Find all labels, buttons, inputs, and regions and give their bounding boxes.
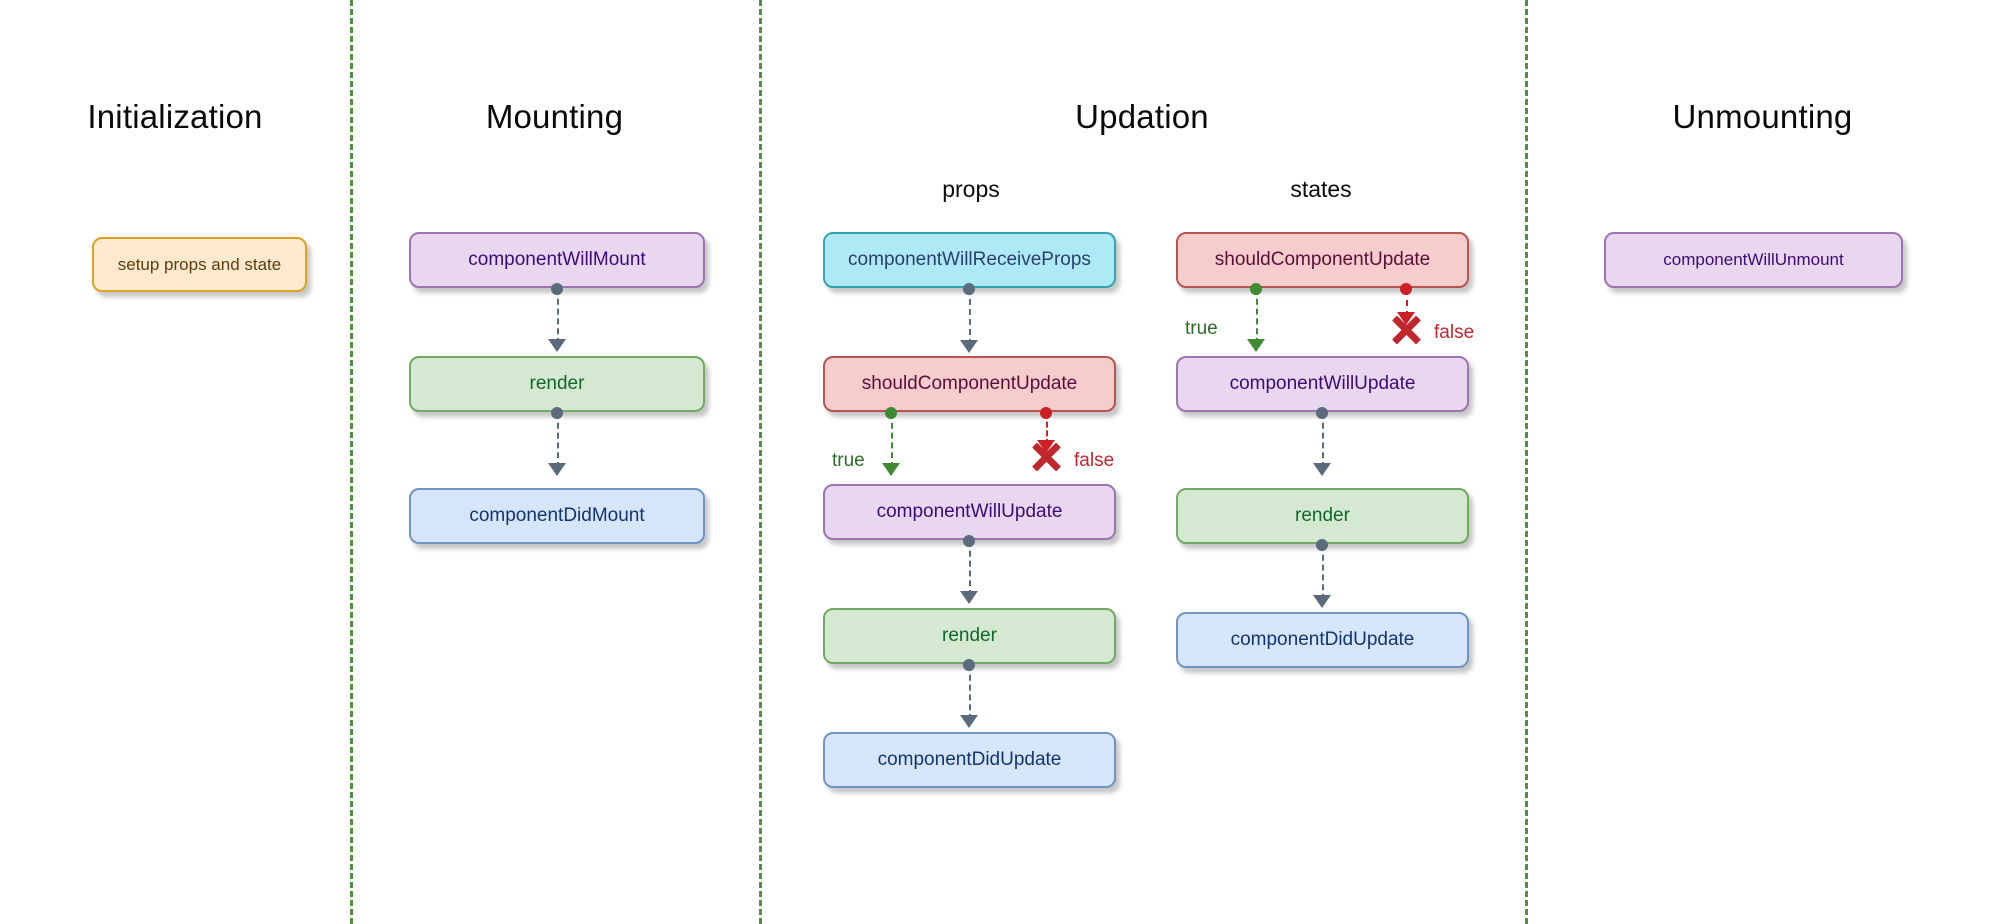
node-states-component-will-update[interactable]: componentWillUpdate [1176, 356, 1469, 412]
connector-mounting-2 [557, 413, 559, 468]
connector-mounting-1 [557, 289, 559, 344]
arrow-props-3 [960, 715, 978, 728]
node-mounting-render[interactable]: render [409, 356, 705, 412]
connector-props-2 [969, 541, 971, 596]
section-divider-1 [350, 0, 353, 924]
stop-x-icon-states-false [1389, 313, 1423, 347]
arrow-props-true [882, 463, 900, 476]
connector-props-3 [969, 665, 971, 720]
connector-states-true [1256, 289, 1258, 344]
arrow-mounting-2 [548, 463, 566, 476]
subheading-states: states [1290, 176, 1352, 202]
connector-states-2 [1322, 545, 1324, 600]
node-states-render[interactable]: render [1176, 488, 1469, 544]
section-divider-3 [1525, 0, 1528, 924]
branch-label-props-false: false [1074, 450, 1115, 471]
connector-props-1 [969, 289, 971, 345]
subheading-props: props [942, 176, 1000, 202]
arrow-states-true [1247, 339, 1265, 352]
node-props-render[interactable]: render [823, 608, 1116, 664]
section-heading-unmounting: Unmounting [1672, 98, 1853, 135]
section-heading-mounting: Mounting [485, 98, 624, 135]
arrow-states-1 [1313, 463, 1331, 476]
arrow-states-2 [1313, 595, 1331, 608]
node-props-component-will-update[interactable]: componentWillUpdate [823, 484, 1116, 540]
connector-states-1 [1322, 413, 1324, 468]
node-states-should-component-update[interactable]: shouldComponentUpdate [1176, 232, 1469, 288]
section-heading-initialization: Initialization [87, 98, 263, 135]
branch-label-props-true: true [832, 450, 865, 471]
connector-props-true [891, 413, 893, 468]
node-states-component-did-update[interactable]: componentDidUpdate [1176, 612, 1469, 668]
stop-x-icon-props-false [1029, 440, 1063, 474]
branch-label-states-false: false [1434, 322, 1475, 343]
arrow-props-2 [960, 591, 978, 604]
node-props-component-did-update[interactable]: componentDidUpdate [823, 732, 1116, 788]
node-props-should-component-update[interactable]: shouldComponentUpdate [823, 356, 1116, 412]
node-component-did-mount[interactable]: componentDidMount [409, 488, 705, 544]
section-heading-updation: Updation [1075, 98, 1209, 135]
section-divider-2 [759, 0, 762, 924]
node-component-will-unmount[interactable]: componentWillUnmount [1604, 232, 1903, 288]
arrow-props-1 [960, 340, 978, 353]
node-setup-props-and-state[interactable]: setup props and state [92, 237, 307, 292]
lifecycle-diagram-canvas: Initialization Mounting Updation Unmount… [0, 0, 2000, 924]
node-component-will-receive-props[interactable]: componentWillReceiveProps [823, 232, 1116, 288]
node-component-will-mount[interactable]: componentWillMount [409, 232, 705, 288]
arrow-mounting-1 [548, 339, 566, 352]
branch-label-states-true: true [1185, 318, 1218, 339]
